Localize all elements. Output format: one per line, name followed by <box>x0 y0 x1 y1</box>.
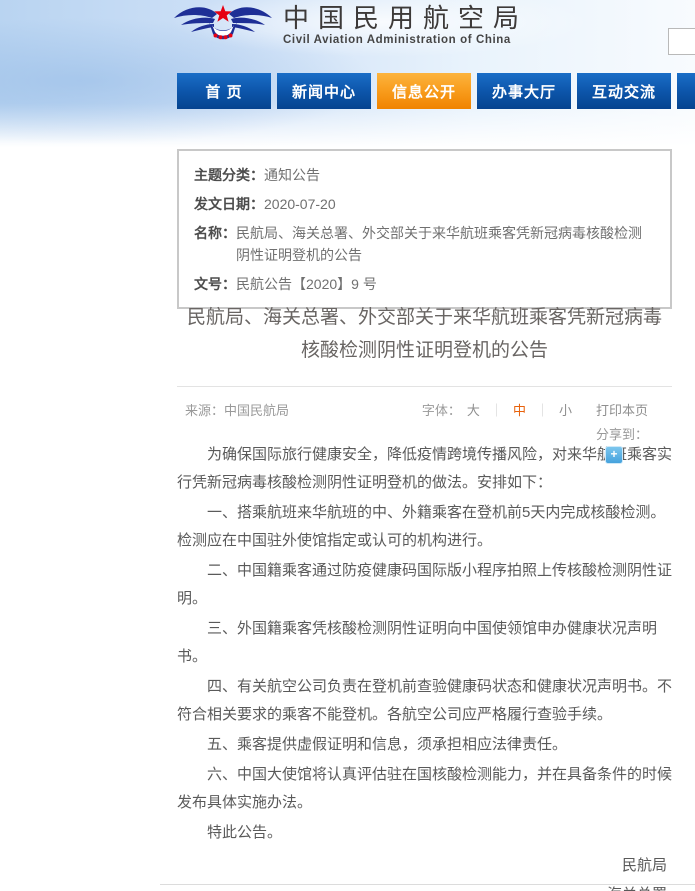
paragraph: 为确保国际旅行健康安全，降低疫情跨境传播风险，对来华航班乘客实行凭新冠病毒核酸检… <box>177 441 675 497</box>
nav-item-news[interactable]: 新闻中心 <box>277 73 371 109</box>
paragraph: 二、中国籍乘客通过防疫健康码国际版小程序拍照上传核酸检测阴性证明。 <box>177 557 675 613</box>
site-name-cn: 中国民用航空局 <box>283 5 528 31</box>
article-source: 来源：中国民航局 <box>177 400 289 418</box>
nav-item-interaction[interactable]: 互动交流 <box>577 73 671 109</box>
document-meta-box: 主题分类： 通知公告 发文日期： 2020-07-20 名称： 民航局、海关总署… <box>177 149 672 309</box>
page: 中国民用航空局 Civil Aviation Administration of… <box>0 0 695 891</box>
separator: ｜ <box>536 400 549 419</box>
meta-label: 发文日期： <box>194 193 264 215</box>
meta-label: 文号： <box>194 273 236 295</box>
meta-row-category: 主题分类： 通知公告 <box>194 164 655 186</box>
signature-block: 民航局 海关总署 外交部 2020年7月20日 <box>177 851 675 891</box>
meta-value: 2020-07-20 <box>264 193 336 215</box>
article-title-line2: 核酸检测阴性证明登机的公告 <box>177 334 672 367</box>
source-row: 来源：中国民航局 字体： 大 ｜ 中 ｜ 小 打印本页 <box>177 400 672 418</box>
nav-item-cutoff[interactable] <box>677 73 695 109</box>
site-name-en: Civil Aviation Administration of China <box>283 34 528 46</box>
meta-label: 名称： <box>194 222 236 266</box>
article-body: 为确保国际旅行健康安全，降低疫情跨境传播风险，对来华航班乘客实行凭新冠病毒核酸检… <box>177 441 675 891</box>
separator: ｜ <box>490 400 503 419</box>
nav-item-info-disclosure[interactable]: 信息公开 <box>377 73 471 109</box>
caac-wings-logo-icon <box>173 2 273 46</box>
font-size-small-link[interactable]: 小 <box>559 400 572 419</box>
meta-value: 民航公告【2020】9 号 <box>236 273 377 295</box>
signature-caac: 民航局 <box>177 851 675 880</box>
font-size-medium-link[interactable]: 中 <box>513 400 526 419</box>
font-size-large-link[interactable]: 大 <box>467 400 480 419</box>
paragraph: 特此公告。 <box>177 819 675 847</box>
bottom-divider <box>160 884 695 885</box>
meta-label: 主题分类： <box>194 164 264 186</box>
paragraph: 三、外国籍乘客凭核酸检测阴性证明向中国使领馆申办健康状况声明书。 <box>177 615 675 671</box>
article-title: 民航局、海关总署、外交部关于来华航班乘客凭新冠病毒 核酸检测阴性证明登机的公告 <box>177 301 672 367</box>
site-title-block: 中国民用航空局 Civil Aviation Administration of… <box>283 5 528 46</box>
paragraph: 六、中国大使馆将认真评估驻在国核酸检测能力，并在具备条件的时候发布具体实施办法。 <box>177 761 675 817</box>
annotate-plus-icon[interactable]: + <box>605 446 623 464</box>
main-nav: 首 页 新闻中心 信息公开 办事大厅 互动交流 <box>177 73 695 109</box>
nav-item-home[interactable]: 首 页 <box>177 73 271 109</box>
article-title-line1: 民航局、海关总署、外交部关于来华航班乘客凭新冠病毒 <box>177 301 672 334</box>
paragraph: 五、乘客提供虚假证明和信息，须承担相应法律责任。 <box>177 731 675 759</box>
paragraph: 一、搭乘航班来华航班的中、外籍乘客在登机前5天内完成核酸检测。检测应在中国驻外使… <box>177 499 675 555</box>
font-size-tools: 字体： 大 ｜ 中 ｜ 小 打印本页 <box>422 400 672 418</box>
font-size-label: 字体： <box>422 400 461 419</box>
print-page-link[interactable]: 打印本页 <box>596 400 648 419</box>
meta-row-date: 发文日期： 2020-07-20 <box>194 193 655 215</box>
meta-value: 通知公告 <box>264 164 320 186</box>
paragraph: 四、有关航空公司负责在登机前查验健康码状态和健康状况声明书。不符合相关要求的乘客… <box>177 673 675 729</box>
signature-customs: 海关总署 <box>177 880 675 891</box>
title-divider <box>177 386 672 387</box>
meta-value: 民航局、海关总署、外交部关于来华航班乘客凭新冠病毒核酸检测阴性证明登机的公告 <box>236 222 655 266</box>
meta-row-doc-number: 文号： 民航公告【2020】9 号 <box>194 273 655 295</box>
site-brand: 中国民用航空局 Civil Aviation Administration of… <box>173 2 528 46</box>
meta-row-name: 名称： 民航局、海关总署、外交部关于来华航班乘客凭新冠病毒核酸检测阴性证明登机的… <box>194 222 655 266</box>
nav-item-service-hall[interactable]: 办事大厅 <box>477 73 571 109</box>
search-input[interactable] <box>668 28 695 55</box>
